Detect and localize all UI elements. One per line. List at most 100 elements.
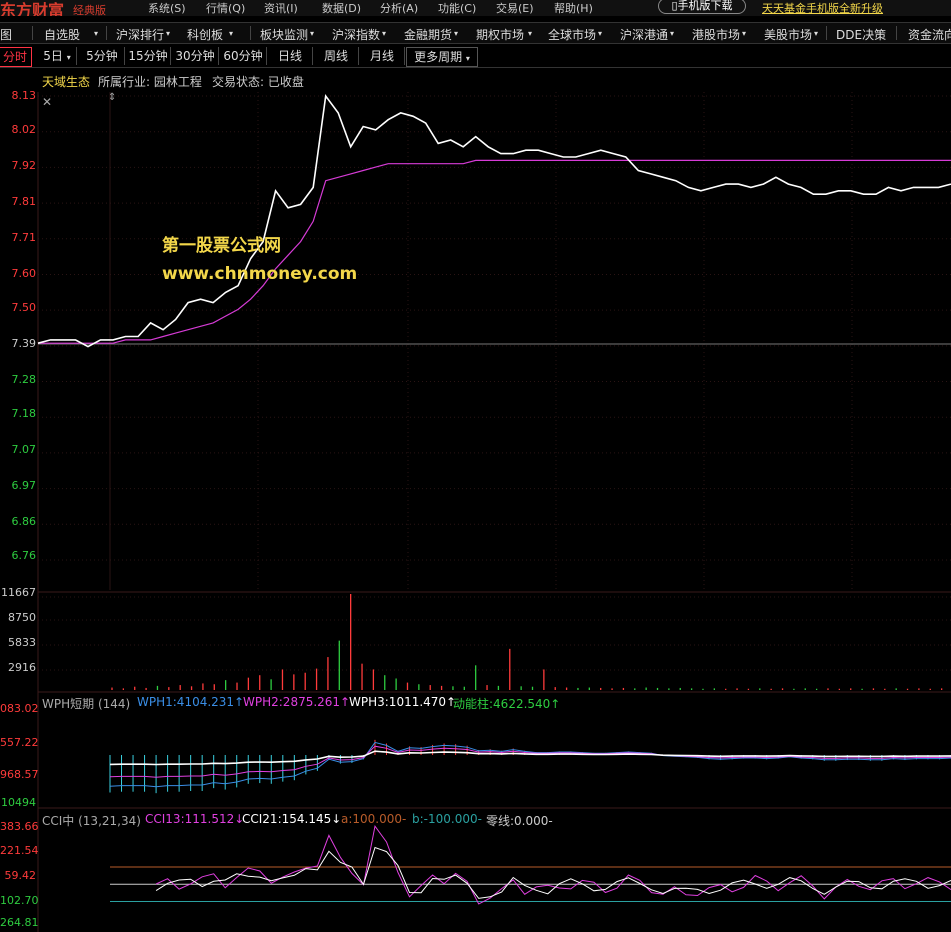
stock-name: 天域生态: [42, 75, 91, 89]
crosshair-marker-icon: ⇕: [108, 92, 116, 103]
menu-analysis[interactable]: 分析(A): [380, 0, 418, 16]
price-line: [37, 93, 951, 348]
menu-futures[interactable]: 金融期货: [404, 26, 452, 43]
chevron-down-icon: ▾: [166, 29, 171, 38]
mobile-download-button[interactable]: ▯手机版下载: [658, 0, 746, 14]
menu-sector-monitor[interactable]: 板块监测: [260, 26, 308, 43]
menu-dde[interactable]: DDE决策: [836, 26, 886, 43]
menu-index[interactable]: 沪深指数: [332, 26, 380, 43]
chevron-down-icon: ▾: [66, 53, 71, 62]
period-5min[interactable]: 5分钟: [80, 47, 125, 65]
menu-divider: [250, 26, 251, 40]
menu-hk[interactable]: 港股市场: [692, 26, 740, 43]
menu-help[interactable]: 帮助(H): [554, 0, 593, 16]
price-axis-label: 7.18: [11, 407, 37, 420]
stock-status: 交易状态: 已收盘: [212, 75, 304, 89]
price-axis-label: 7.39: [11, 337, 37, 350]
cci21-value: CCI21:154.145↓: [242, 812, 342, 826]
price-axis-label: 7.60: [11, 267, 37, 280]
price-axis-label: 7.07: [11, 443, 37, 456]
menu-divider: [826, 26, 827, 40]
menu-function[interactable]: 功能(C): [438, 0, 476, 16]
price-axis-label: 7.50: [11, 301, 37, 314]
promo-link[interactable]: 天天基金手机版全新升级: [762, 0, 883, 16]
watermark-title: 第一股票公式网: [162, 236, 281, 256]
title-bar: 东方财富 经典版 系统(S) 行情(Q) 资讯(I) 数据(D) 分析(A) 功…: [0, 0, 951, 16]
market-menu-bar: 图 自选股 ▾ 沪深排行 ▾ 科创板 ▾ 板块监测 ▾ 沪深指数 ▾ 金融期货 …: [0, 22, 951, 44]
period-more-label: 更多周期: [414, 50, 463, 64]
cci13-line: [155, 824, 951, 905]
period-weekly[interactable]: 周线: [314, 47, 359, 65]
volume-axis-label: 2916: [8, 661, 36, 674]
cci-a-value: a:100.000-: [341, 812, 407, 826]
wph-axis-label: 557.22: [0, 736, 39, 749]
cci-axis-label: 383.66: [0, 820, 39, 833]
price-lines: [37, 93, 951, 348]
menu-connect[interactable]: 沪深港通: [620, 26, 668, 43]
period-5day-label: 5日: [43, 49, 63, 63]
wph2-line: [109, 745, 951, 778]
mobile-download-label: 手机版下载: [677, 0, 733, 12]
chevron-down-icon: ▾: [465, 54, 470, 63]
wph-indicator-panel: [109, 739, 951, 794]
chevron-down-icon: ▾: [814, 29, 819, 38]
cci-b-value: b:-100.000-: [412, 812, 482, 826]
chevron-down-icon: ▾: [382, 29, 387, 38]
watermark-url: www.chnmoney.com: [162, 264, 358, 284]
wph3-value: WPH3:1011.470↑: [349, 695, 457, 709]
period-5day[interactable]: 5日 ▾: [38, 47, 77, 65]
period-30min[interactable]: 30分钟: [172, 47, 219, 65]
chevron-down-icon: ▾: [528, 29, 533, 38]
menu-star-market[interactable]: 科创板: [187, 26, 223, 43]
menu-global[interactable]: 全球市场: [548, 26, 596, 43]
wph1-line: [109, 741, 951, 788]
menu-us[interactable]: 美股市场: [764, 26, 812, 43]
period-intraday[interactable]: 分时: [0, 47, 32, 67]
menu-trade[interactable]: 交易(E): [496, 0, 534, 16]
menu-news[interactable]: 资讯(I): [264, 0, 298, 16]
cci-axis-label: 59.42: [4, 869, 37, 882]
cci-title: CCI中 (13,21,34): [42, 814, 141, 828]
menu-quote[interactable]: 行情(Q): [206, 0, 245, 16]
volume-axis-label: 8750: [8, 611, 36, 624]
menu-chart[interactable]: 图: [0, 26, 12, 43]
menu-options[interactable]: 期权市场: [476, 26, 524, 43]
chart-area[interactable]: ✕ ⇕: [0, 90, 951, 932]
period-daily[interactable]: 日线: [268, 47, 313, 65]
period-60min[interactable]: 60分钟: [220, 47, 267, 65]
price-axis-label: 7.92: [11, 159, 37, 172]
period-monthly[interactable]: 月线: [360, 47, 405, 65]
price-axis-label: 7.28: [11, 373, 37, 386]
period-toolbar: 分时 5日 ▾ 5分钟 15分钟 30分钟 60分钟 日线 周线 月线 更多周期…: [0, 45, 951, 68]
menu-data[interactable]: 数据(D): [322, 0, 361, 16]
menu-fund-flow[interactable]: 资金流向: [908, 26, 951, 43]
chevron-down-icon: ▾: [670, 29, 675, 38]
cci-axis-label: 264.81: [0, 916, 39, 929]
wph-axis-label: 10494: [1, 796, 36, 809]
period-15min[interactable]: 15分钟: [126, 47, 171, 65]
stock-industry: 所属行业: 园林工程: [98, 75, 202, 89]
wph-axis-label: 083.02: [0, 702, 39, 715]
menu-system[interactable]: 系统(S): [148, 0, 186, 16]
wph2-value: WPH2:2875.261↑: [243, 695, 351, 709]
chevron-down-icon: ▾: [94, 29, 99, 38]
menu-divider: [32, 26, 33, 40]
volume-axis-label: 5833: [8, 636, 36, 649]
wph-title: WPH短期 (144): [42, 697, 131, 711]
price-axis-label: 6.76: [11, 549, 37, 562]
menu-ranking[interactable]: 沪深排行: [116, 26, 164, 43]
cci-axis-label: 221.54: [0, 844, 39, 857]
chevron-down-icon: ▾: [310, 29, 315, 38]
cci-zero-value: 零线:0.000-: [486, 814, 553, 828]
price-axis-label: 6.97: [11, 479, 37, 492]
wph-axis-label: 968.57: [0, 768, 39, 781]
dongneng-value: 动能柱:4622.540↑: [453, 697, 561, 711]
period-more[interactable]: 更多周期 ▾: [406, 47, 478, 67]
chevron-down-icon: ▾: [454, 29, 459, 38]
menu-watchlist[interactable]: 自选股: [44, 26, 80, 43]
price-axis-label: 8.13: [11, 89, 37, 102]
close-icon[interactable]: ✕: [42, 95, 52, 109]
price-grid: [38, 95, 951, 561]
cci-axis-label: 102.70: [0, 894, 39, 907]
app-logo: 东方财富: [0, 1, 65, 16]
